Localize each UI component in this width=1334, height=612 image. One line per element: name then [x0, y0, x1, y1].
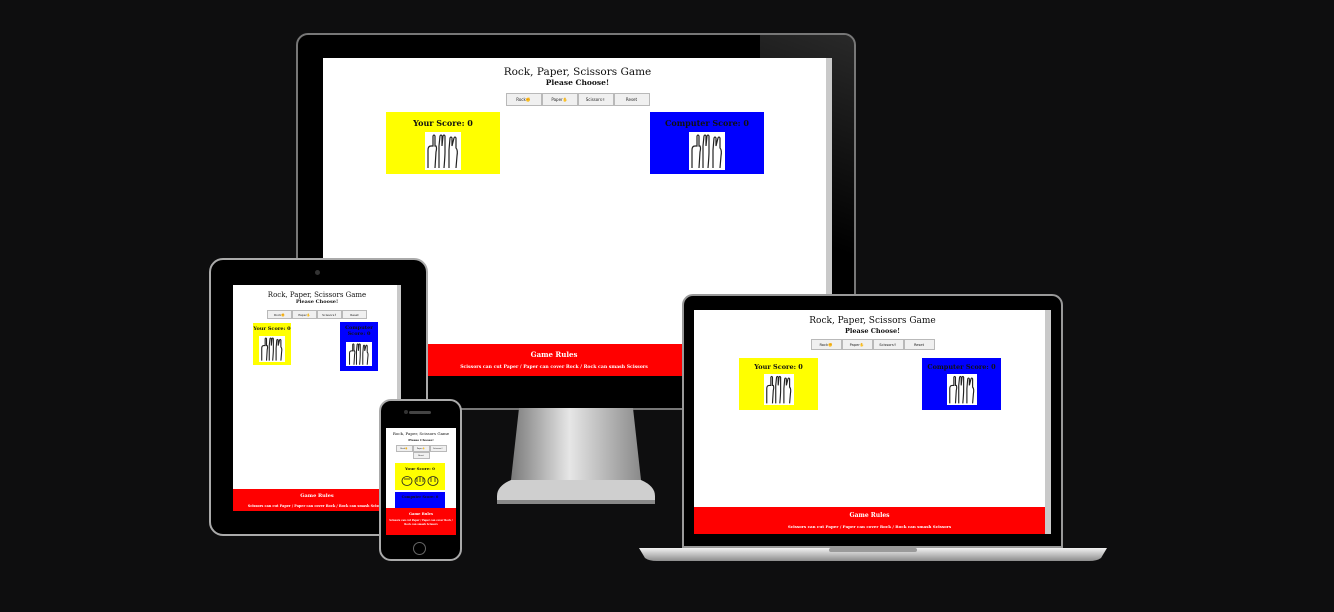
hands-icon [948, 375, 974, 404]
scissors-button[interactable]: Scissors✌ [577, 93, 614, 106]
player-score: Your Score: 0 [405, 466, 435, 471]
laptop-base [639, 548, 1107, 561]
rules-title: Game Rules [849, 512, 890, 519]
tablet-camera [315, 270, 320, 275]
paper-button[interactable]: Paper✋ [412, 445, 430, 452]
tablet-screen: Rock, Paper, Scissors Game Please Choose… [233, 285, 401, 511]
phone-camera [404, 410, 408, 414]
reset-button[interactable]: Reset [903, 339, 935, 350]
player-hands [425, 132, 461, 170]
player-score: Your Score: 0 [754, 363, 803, 371]
reset-button[interactable]: Reset [342, 310, 367, 319]
page-title: Rock, Paper, Scissors Game [809, 316, 936, 326]
rules-title: Game Rules [530, 350, 578, 359]
hands-icon [691, 134, 722, 169]
page-subtitle: Please Choose! [295, 299, 339, 305]
scissors-button[interactable]: Scissors✌ [317, 310, 342, 319]
reset-button[interactable]: Reset [412, 452, 430, 459]
rock-button[interactable]: Rock✊ [505, 93, 542, 106]
paper-button[interactable]: Paper✋ [541, 93, 578, 106]
page-subtitle: Please Choose! [545, 78, 610, 87]
paper-button[interactable]: Paper✋ [841, 339, 873, 350]
player-hands [400, 475, 440, 487]
scissors-button[interactable]: Scissors✌ [872, 339, 904, 350]
computer-panel: Computer Score: 0 [922, 358, 1001, 410]
player-score: Your Score: 0 [253, 326, 291, 332]
computer-score: Computer Score: 0 [401, 495, 439, 499]
page-title: Rock, Paper, Scissors Game [503, 66, 652, 78]
computer-panel: Computer Score: 0 [650, 112, 764, 174]
computer-hands [346, 342, 372, 366]
reset-button[interactable]: Reset [613, 93, 650, 106]
computer-score: Computer Score: 0 [927, 363, 996, 371]
choice-buttons: Rock✊ Paper✋ Scissors✌ Reset [386, 445, 456, 459]
scrollbar[interactable] [1045, 310, 1051, 534]
rules-bar: Game Rules Scissors can cut Paper / Pape… [694, 507, 1045, 534]
phone-screen: Rock, Paper, Scissors Game Please Choose… [386, 428, 456, 535]
hands-icon [349, 343, 369, 365]
rules-bar: Game Rules Scissors can cut Paper / Pape… [426, 344, 682, 376]
computer-panel: Computer Score: 0 [340, 322, 378, 371]
rules-text: Scissors can cut Paper / Paper can cover… [389, 519, 453, 526]
choice-buttons: Rock✊ Paper✋ Scissors✌ Reset [323, 93, 832, 106]
page-subtitle: Please Choose! [408, 438, 434, 442]
player-panel: Your Score: 0 [395, 463, 445, 490]
computer-score: Computer Score: 0 [665, 118, 749, 128]
page-title: Rock, Paper, Scissors Game [267, 291, 367, 299]
rules-title: Game Rules [300, 493, 334, 499]
rock-button[interactable]: Rock✊ [810, 339, 842, 350]
page-subtitle: Please Choose! [845, 327, 900, 335]
phone-speaker [409, 411, 431, 414]
rock-button[interactable]: Rock✊ [267, 310, 292, 319]
hands-icon [261, 337, 283, 361]
player-panel: Your Score: 0 [739, 358, 818, 410]
hands-icon [401, 476, 439, 486]
laptop-screen: Rock, Paper, Scissors Game Please Choose… [694, 310, 1051, 534]
computer-score: Computer Score: 0 [345, 325, 373, 337]
player-hands [259, 336, 285, 362]
choice-buttons: Rock✊ Paper✋ Scissors✌ Reset [694, 339, 1051, 350]
computer-panel: Computer Score: 0 [395, 492, 445, 508]
choice-buttons: Rock✊ Paper✋ Scissors✌ Reset [233, 310, 401, 319]
rules-text: Scissors can cut Paper / Paper can cover… [247, 504, 387, 508]
monitor-stand [497, 408, 655, 504]
player-hands [763, 374, 794, 405]
page-title: Rock, Paper, Scissors Game [392, 431, 450, 436]
phone-home-button[interactable] [413, 542, 426, 555]
rules-title: Game Rules [408, 512, 433, 516]
hands-icon [427, 134, 458, 169]
computer-hands [689, 132, 725, 170]
rules-text: Scissors can cut Paper / Paper can cover… [787, 524, 952, 529]
rules-bar: Game Rules Scissors can cut Paper / Pape… [233, 489, 401, 511]
player-panel: Your Score: 0 [386, 112, 500, 174]
rock-button[interactable]: Rock✊ [395, 445, 413, 452]
rules-bar: Game Rules Scissors can cut Paper / Pape… [386, 508, 456, 535]
hands-icon [765, 375, 791, 404]
paper-button[interactable]: Paper✋ [292, 310, 317, 319]
rules-text: Scissors can cut Paper / Paper can cover… [460, 365, 648, 370]
scissors-button[interactable]: Scissors✌ [429, 445, 447, 452]
computer-hands [946, 374, 977, 405]
player-score: Your Score: 0 [413, 118, 473, 128]
player-panel: Your Score: 0 [253, 323, 291, 365]
